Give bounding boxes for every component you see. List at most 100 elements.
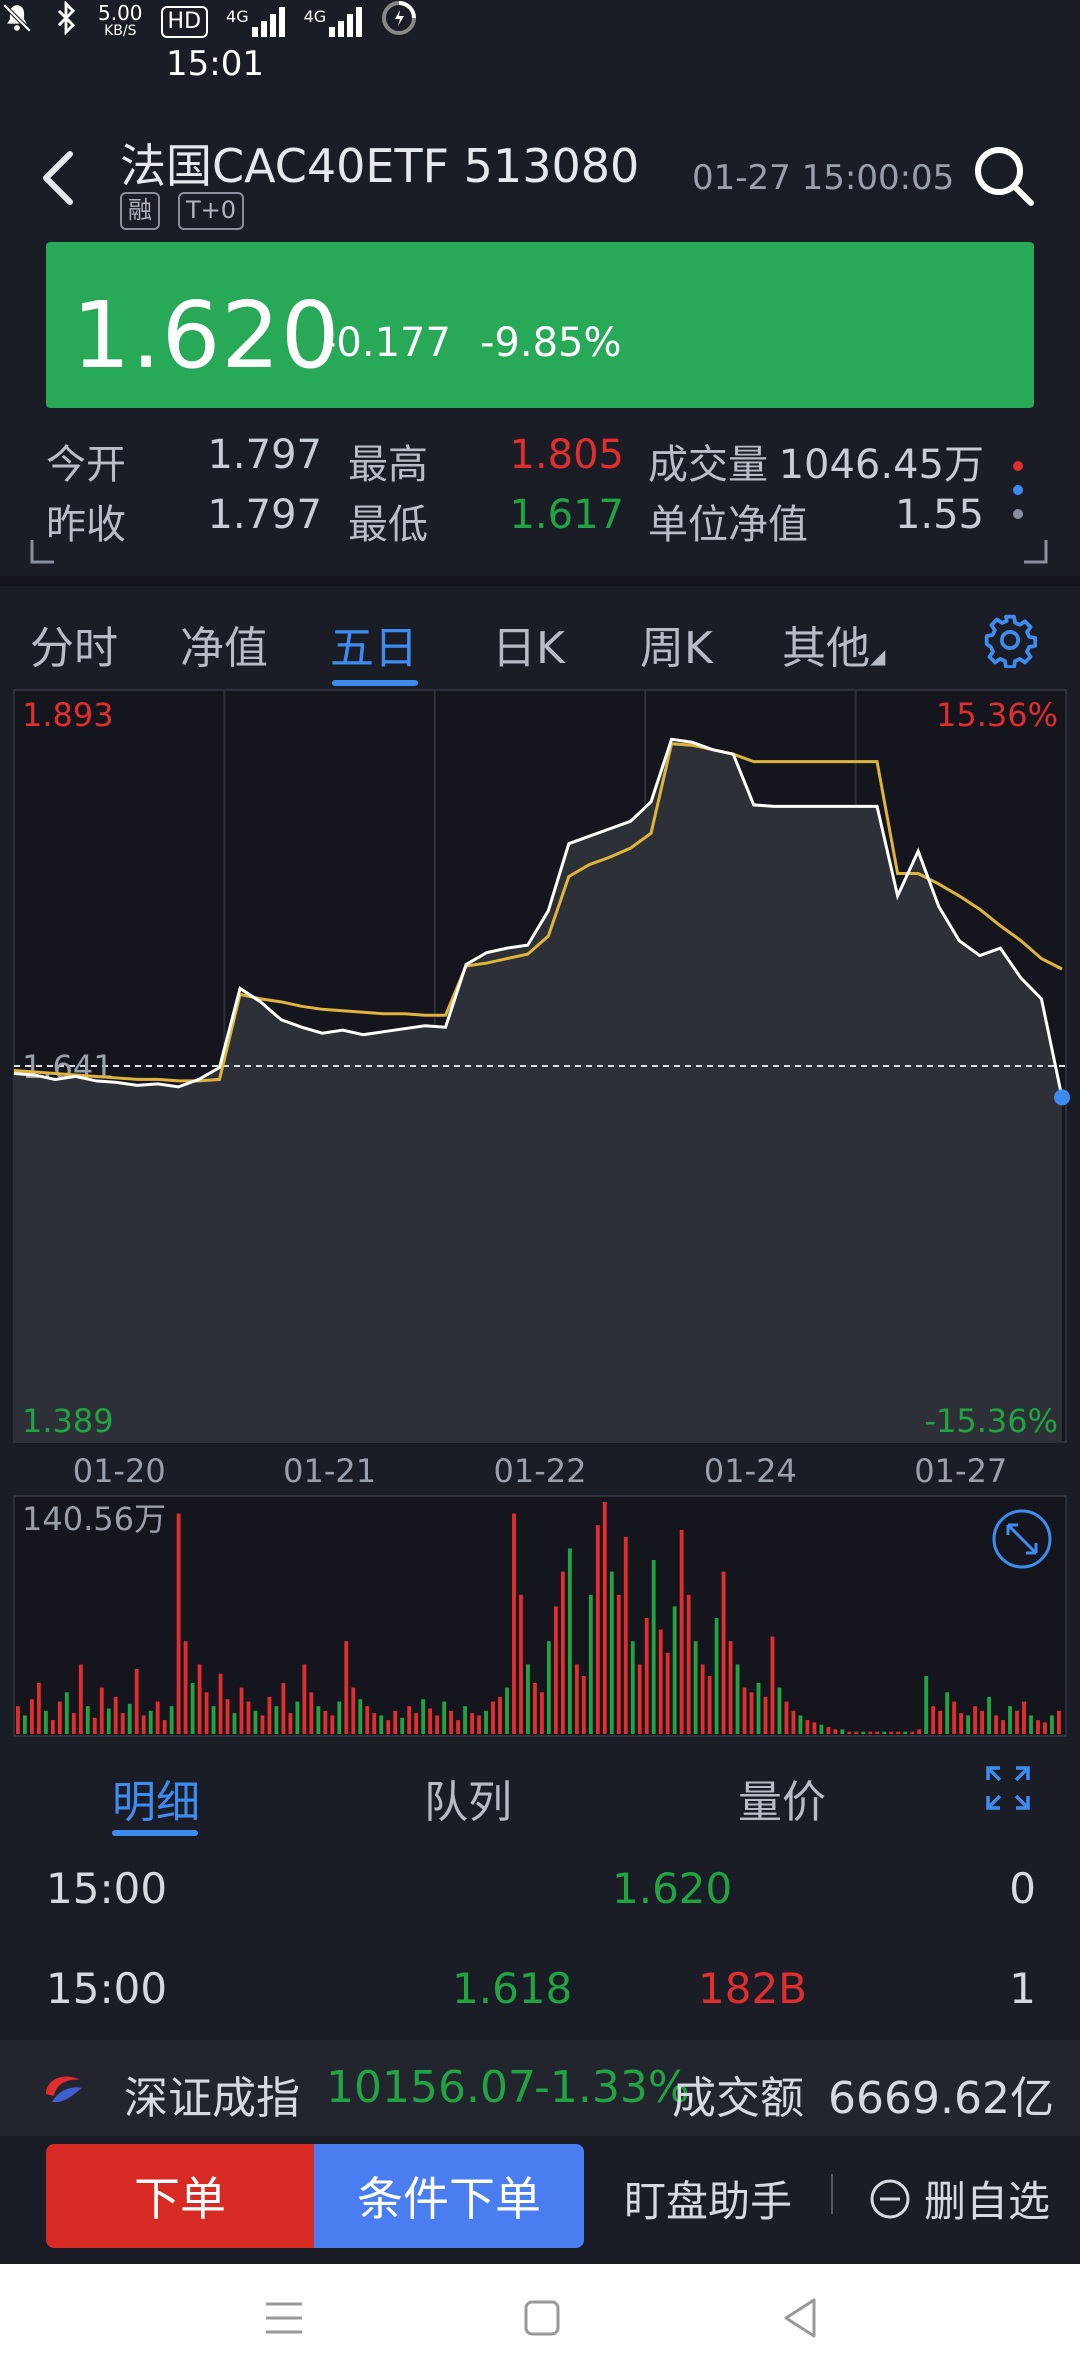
volume-bar: [337, 1701, 342, 1734]
tab-volume-price[interactable]: 量价: [738, 1766, 826, 1830]
prev-close-value: 1.797: [207, 492, 322, 538]
tab-nav[interactable]: 净值: [180, 612, 268, 676]
volume-bar: [728, 1641, 733, 1734]
volume-bar: [616, 1594, 621, 1734]
tab-daily-k[interactable]: 日K: [492, 612, 565, 676]
volume-bar: [910, 1731, 915, 1734]
volume-bar: [106, 1708, 111, 1734]
volume-bar: [658, 1629, 663, 1734]
volume-bar: [162, 1720, 167, 1734]
action-separator: [831, 2174, 833, 2214]
menu-nav-icon[interactable]: [262, 2300, 306, 2336]
volume-bar: [29, 1699, 34, 1734]
index-ticker-bar[interactable]: 深证成指 10156.07 -1.33% 成交额 6669.62亿: [0, 2040, 1080, 2136]
fullscreen-button[interactable]: [984, 1764, 1032, 1812]
watch-assistant-button[interactable]: 盯盘助手: [624, 2168, 792, 2229]
home-nav-icon[interactable]: [522, 2298, 562, 2338]
volume-bar: [260, 1715, 265, 1734]
volume-bar: [232, 1713, 237, 1734]
volume-bar: [127, 1703, 132, 1734]
date-tick-label: 01-24: [704, 1452, 797, 1490]
prev-close-label: 昨收: [46, 502, 126, 548]
volume-bar: [763, 1696, 768, 1734]
volume-bar: [1036, 1720, 1040, 1734]
volume-bar: [43, 1710, 48, 1734]
five-day-chart[interactable]: 1.641 1.893 15.36% 1.389 -15.36% 01-20 01…: [0, 688, 1080, 1748]
volume-bar: [903, 1731, 908, 1734]
order-button[interactable]: 下单: [46, 2144, 314, 2248]
battery-icon: [381, 0, 417, 44]
pct-max-label: 15.36%: [936, 696, 1058, 734]
tab-detail[interactable]: 明细: [112, 1766, 200, 1830]
volume-bar: [700, 1664, 705, 1734]
volume-bar: [931, 1706, 936, 1734]
volume-bar: [742, 1687, 747, 1734]
tab-other-label: 其他: [782, 623, 870, 674]
volume-bar: [484, 1710, 488, 1734]
search-button[interactable]: [972, 144, 1036, 208]
open-value: 1.797: [207, 432, 322, 478]
volume-bar: [637, 1664, 642, 1734]
tab-other[interactable]: 其他◢: [782, 612, 885, 676]
trade-time: 15:00: [46, 1864, 168, 1913]
tab-intraday[interactable]: 分时: [30, 612, 118, 676]
tab-queue[interactable]: 队列: [424, 1766, 512, 1830]
tab-weekly-k[interactable]: 周K: [640, 612, 713, 676]
volume-bar: [609, 1571, 614, 1734]
volume-bar: [875, 1731, 880, 1734]
volume-bar: [141, 1715, 146, 1734]
turnover-label: 成交额: [672, 2073, 804, 2124]
back-button[interactable]: [36, 148, 84, 208]
back-nav-icon[interactable]: [780, 2296, 820, 2340]
volume-bar: [351, 1687, 356, 1734]
nav-value: 1.55: [894, 492, 984, 538]
volume-bar: [665, 1652, 670, 1734]
volume-bar: [1001, 1720, 1005, 1734]
volume-bar: [805, 1720, 810, 1734]
volume-bar: [379, 1715, 384, 1734]
volume-bar: [959, 1713, 964, 1734]
volume-bar: [519, 1594, 523, 1734]
volume-bar: [798, 1715, 803, 1734]
gear-icon: [984, 614, 1038, 669]
volume-bar: [868, 1731, 873, 1734]
more-icon[interactable]: [1006, 456, 1030, 526]
y-min-label: 1.389: [22, 1402, 114, 1440]
volume-bar: [92, 1717, 97, 1734]
price-change: -0.177: [322, 320, 451, 366]
volume-max-label: 140.56万: [22, 1500, 166, 1538]
volume-bar: [889, 1731, 894, 1734]
date-axis: 01-20 01-21 01-22 01-24 01-27: [73, 1452, 1008, 1490]
chart-settings-button[interactable]: [982, 612, 1038, 669]
page-title: 法国CAC40ETF 513080: [120, 139, 640, 193]
corner-bracket-right-icon: [1024, 540, 1048, 564]
volume-bar: [1057, 1710, 1061, 1734]
conditional-order-button[interactable]: 条件下单: [314, 2144, 584, 2248]
volume-bar: [120, 1713, 125, 1734]
remove-watchlist-button[interactable]: 删自选: [868, 2168, 1050, 2229]
price-panel: 1.620 -0.177 -9.85%: [46, 242, 1034, 408]
volume-bar: [365, 1706, 370, 1734]
volume-bar: [435, 1715, 440, 1734]
last-price-dot: [1054, 1089, 1070, 1106]
volume-bar: [540, 1692, 544, 1734]
bluetooth-icon: [52, 0, 80, 43]
volume-bar: [99, 1687, 104, 1734]
high-label: 最高: [348, 442, 428, 488]
exchange-logo-icon: [46, 2076, 82, 2103]
volume-bar: [274, 1706, 279, 1734]
volume-bar: [833, 1729, 838, 1734]
dropdown-corner-icon: ◢: [870, 644, 886, 668]
volume-bar: [651, 1560, 656, 1734]
volume-bar: [498, 1696, 502, 1734]
tab-five-day[interactable]: 五日: [330, 612, 418, 676]
volume-bar: [344, 1641, 349, 1734]
volume-bar: [414, 1713, 419, 1734]
volume-bar: [749, 1692, 754, 1734]
volume-bar: [456, 1720, 461, 1734]
date-tick-label: 01-21: [283, 1452, 376, 1490]
volume-bar: [567, 1548, 572, 1734]
volume-bar: [421, 1699, 426, 1734]
volume-bar: [85, 1706, 90, 1734]
volume-bar: [526, 1664, 530, 1734]
